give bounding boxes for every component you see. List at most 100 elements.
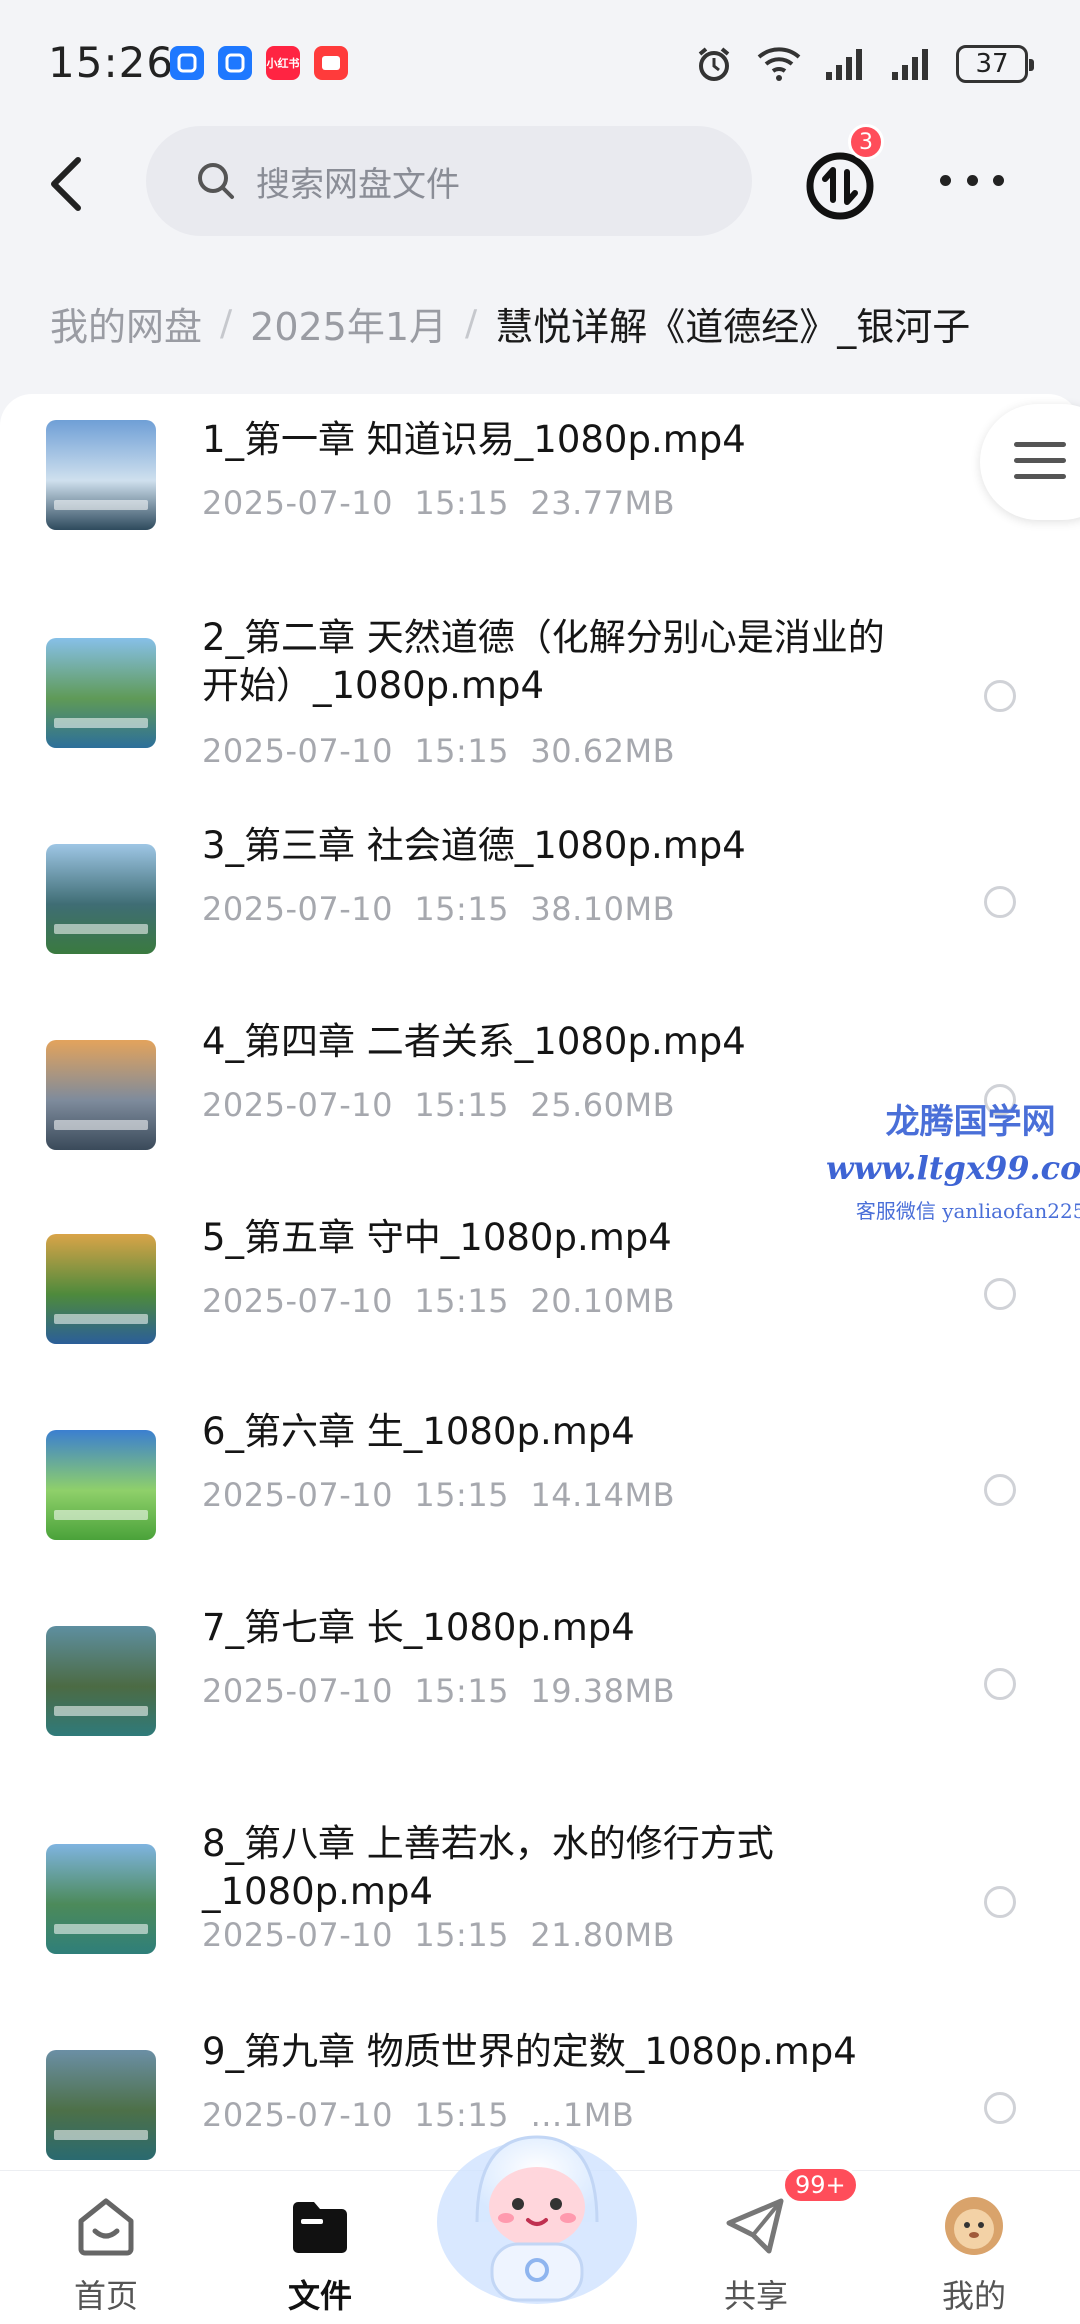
video-thumbnail[interactable] bbox=[46, 1234, 156, 1344]
video-thumbnail[interactable] bbox=[46, 2050, 156, 2160]
thumbnail-caption-bar bbox=[54, 718, 148, 728]
file-list: 1_第一章 知道识易_1080p.mp4 2025-07-10 15:15 23.… bbox=[0, 394, 1080, 2174]
folder-icon bbox=[293, 2202, 347, 2253]
breadcrumb-separator: / bbox=[465, 303, 478, 344]
status-bar: 15:26 小红书 37 bbox=[0, 0, 1080, 120]
thumbnail-caption-bar bbox=[54, 1706, 148, 1716]
battery-indicator: 37 bbox=[956, 45, 1034, 83]
more-dot-icon bbox=[993, 174, 1004, 186]
nav-home[interactable]: 首页 bbox=[36, 2195, 176, 2317]
home-icon bbox=[78, 2198, 134, 2256]
alipay-icon bbox=[170, 46, 204, 80]
file-name[interactable]: 2_第二章 天然道德（化解分别心是消业的开始）_1080p.mp4 bbox=[202, 614, 902, 710]
file-date: 2025-07-10 15:15 bbox=[202, 1916, 510, 1954]
nav-share[interactable]: 共享 bbox=[686, 2195, 826, 2317]
nav-share-label: 共享 bbox=[723, 2277, 788, 2315]
file-name[interactable]: 6_第六章 生_1080p.mp4 bbox=[202, 1408, 902, 1456]
file-meta: 2025-07-10 15:15 30.62MB bbox=[202, 732, 675, 770]
nav-files[interactable]: 文件 bbox=[250, 2195, 390, 2317]
video-thumbnail[interactable] bbox=[46, 420, 156, 530]
file-meta: 2025-07-10 15:15 25.60MB bbox=[202, 1086, 675, 1124]
wifi-icon bbox=[757, 47, 801, 81]
chevron-left-icon bbox=[51, 157, 81, 211]
watermark-url: www.ltgx99.com bbox=[826, 1149, 1080, 1187]
select-checkbox[interactable] bbox=[984, 680, 1016, 712]
file-date: 2025-07-10 15:15 bbox=[202, 1476, 510, 1514]
file-size: 30.62MB bbox=[530, 732, 676, 770]
select-checkbox[interactable] bbox=[984, 1474, 1016, 1506]
video-thumbnail[interactable] bbox=[46, 1040, 156, 1150]
thumbnail-caption-bar bbox=[54, 1120, 148, 1130]
file-name[interactable]: 4_第四章 二者关系_1080p.mp4 bbox=[202, 1018, 902, 1066]
video-thumbnail[interactable] bbox=[46, 1844, 156, 1954]
file-size: 23.77MB bbox=[530, 484, 676, 522]
file-name[interactable]: 1_第一章 知道识易_1080p.mp4 bbox=[202, 416, 902, 464]
breadcrumb-item-root[interactable]: 我的网盘 bbox=[50, 296, 202, 351]
file-meta: 2025-07-10 15:15 14.14MB bbox=[202, 1476, 675, 1514]
nav-mine[interactable]: 我的 bbox=[904, 2195, 1044, 2317]
paper-plane-icon bbox=[726, 2198, 784, 2254]
back-button[interactable] bbox=[38, 152, 94, 216]
file-name[interactable]: 8_第八章 上善若水，水的修行方式_1080p.mp4 bbox=[202, 1820, 902, 1916]
select-checkbox[interactable] bbox=[984, 886, 1016, 918]
status-time: 15:26 bbox=[48, 38, 175, 87]
watermark-contact: 客服微信 yanliaofan225 bbox=[855, 1199, 1080, 1223]
thumbnail-caption-bar bbox=[54, 1510, 148, 1520]
video-thumbnail[interactable] bbox=[46, 844, 156, 954]
status-app-icons: 小红书 bbox=[170, 46, 348, 80]
file-size: 38.10MB bbox=[530, 890, 676, 928]
mail-icon bbox=[314, 46, 348, 80]
file-size: 19.38MB bbox=[530, 1672, 676, 1710]
file-name[interactable]: 7_第七章 长_1080p.mp4 bbox=[202, 1604, 902, 1652]
thumbnail-caption-bar bbox=[54, 924, 148, 934]
file-date: 2025-07-10 15:15 bbox=[202, 1282, 510, 1320]
file-name[interactable]: 5_第五章 守中_1080p.mp4 bbox=[202, 1214, 902, 1262]
file-size: 25.60MB bbox=[530, 1086, 676, 1124]
alarm-icon bbox=[698, 47, 730, 81]
search-icon bbox=[198, 163, 234, 199]
file-size: 21.80MB bbox=[530, 1916, 676, 1954]
header: 搜索网盘文件 3 bbox=[0, 120, 1080, 250]
file-meta: 2025-07-10 15:15 21.80MB bbox=[202, 1916, 675, 1954]
file-size: 20.10MB bbox=[530, 1282, 676, 1320]
signal-icon bbox=[892, 49, 928, 80]
file-meta: 2025-07-10 15:15 19.38MB bbox=[202, 1672, 675, 1710]
breadcrumb-item-month[interactable]: 2025年1月 bbox=[250, 296, 447, 351]
thumbnail-caption-bar bbox=[54, 1314, 148, 1324]
video-thumbnail[interactable] bbox=[46, 1626, 156, 1736]
menu-icon bbox=[1014, 442, 1066, 490]
thumbnail-caption-bar bbox=[54, 500, 148, 510]
file-meta: 2025-07-10 15:15 38.10MB bbox=[202, 890, 675, 928]
video-thumbnail[interactable] bbox=[46, 638, 156, 748]
file-date: 2025-07-10 15:15 bbox=[202, 484, 510, 522]
mascot-ai-assistant-icon[interactable] bbox=[432, 2112, 642, 2308]
file-name[interactable]: 3_第三章 社会道德_1080p.mp4 bbox=[202, 822, 902, 870]
nav-home-label: 首页 bbox=[73, 2277, 138, 2315]
breadcrumb-separator: / bbox=[220, 303, 233, 344]
watermark: 龙腾国学网 www.ltgx99.com 客服微信 yanliaofan225 bbox=[826, 1094, 1080, 1224]
select-checkbox[interactable] bbox=[984, 1278, 1016, 1310]
search-placeholder: 搜索网盘文件 bbox=[256, 164, 460, 205]
more-dot-icon bbox=[966, 174, 978, 186]
file-meta: 2025-07-10 15:15 20.10MB bbox=[202, 1282, 675, 1320]
more-button[interactable] bbox=[940, 160, 1004, 200]
file-name[interactable]: 9_第九章 物质世界的定数_1080p.mp4 bbox=[202, 2028, 902, 2076]
nav-mine-label: 我的 bbox=[941, 2277, 1006, 2315]
search-input[interactable]: 搜索网盘文件 bbox=[146, 126, 752, 236]
avatar bbox=[945, 2197, 1003, 2255]
breadcrumb-item-current: 慧悦详解《道德经》_银河子 bbox=[495, 305, 971, 349]
watermark-title: 龙腾国学网 bbox=[885, 1102, 1056, 1142]
select-checkbox[interactable] bbox=[984, 1668, 1016, 1700]
thumbnail-caption-bar bbox=[54, 1924, 148, 1934]
file-date: 2025-07-10 15:15 bbox=[202, 1672, 510, 1710]
signal-icon bbox=[826, 49, 862, 80]
file-date: 2025-07-10 15:15 bbox=[202, 732, 510, 770]
select-checkbox[interactable] bbox=[984, 1886, 1016, 1918]
status-indicators: 37 bbox=[694, 44, 1034, 84]
file-size: 14.14MB bbox=[530, 1476, 676, 1514]
more-dot-icon bbox=[940, 174, 951, 186]
video-thumbnail[interactable] bbox=[46, 1430, 156, 1540]
alipay-icon bbox=[218, 46, 252, 80]
transfer-badge: 3 bbox=[848, 124, 884, 160]
select-checkbox[interactable] bbox=[984, 2092, 1016, 2124]
